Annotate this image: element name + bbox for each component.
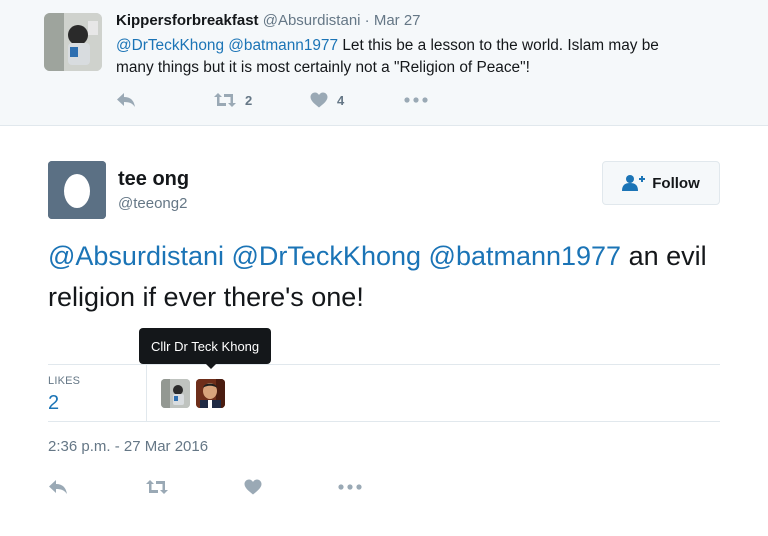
liker-avatar-image [196,379,225,408]
reply-icon [117,93,135,107]
retweet-button[interactable] [146,475,168,499]
retweet-button[interactable]: 2 [214,88,252,112]
more-icon [404,97,428,103]
tweet-timestamp[interactable]: 2:36 p.m. - 27 Mar 2016 [48,438,208,455]
user-tooltip: Cllr Dr Teck Khong [139,328,272,364]
parent-text-line1: Let this be a lesson to the world. Islam… [338,37,659,54]
retweet-count: 2 [245,92,253,108]
heart-icon [244,479,262,495]
retweet-icon [146,480,168,494]
reply-button[interactable] [48,475,68,499]
egg-icon [48,161,106,219]
parent-display-name[interactable]: Kippersforbreakfast [116,12,259,29]
liker-avatar[interactable] [196,379,225,408]
main-handle[interactable]: @teeong2 [118,195,187,212]
main-display-name[interactable]: tee ong [118,168,189,191]
liker-avatar-image [161,379,190,408]
more-button[interactable] [338,475,362,499]
main-tweet-text: @Absurdistani @DrTeckKhong @batmann1977 … [48,236,728,318]
parent-tweet-header: Kippersforbreakfast @Absurdistani · Mar … [116,12,421,29]
parent-date[interactable]: Mar 27 [374,12,421,29]
parent-avatar-image [44,13,102,71]
liker-avatar[interactable] [161,379,190,408]
parent-text-line2: many things but it is most certainly not… [116,59,530,76]
reply-icon [49,480,67,494]
more-icon [338,484,362,490]
retweet-icon [214,93,236,107]
mention-link[interactable]: @batmann1977 [429,241,622,271]
follow-label: Follow [652,174,700,192]
follow-button[interactable]: Follow [602,161,720,205]
parent-tweet[interactable]: Kippersforbreakfast @Absurdistani · Mar … [0,0,768,126]
main-avatar[interactable] [48,161,106,219]
parent-handle[interactable]: @Absurdistani [263,12,361,29]
parent-avatar[interactable] [44,13,102,71]
add-user-icon [622,175,646,191]
mention-link[interactable]: @Absurdistani [48,241,224,271]
heart-icon [310,92,328,108]
more-button[interactable] [404,88,428,112]
reply-button[interactable] [116,88,136,112]
parent-tweet-text: @DrTeckKhong @batmann1977 Let this be a … [116,35,736,79]
likes-count[interactable]: 2 [48,392,59,415]
stats-divider [146,365,147,422]
tweet-stats: LIKES 2 [48,364,720,422]
mention-link[interactable]: @DrTeckKhong [116,37,224,54]
parent-separator: · [364,12,370,29]
tooltip-arrow [205,363,217,369]
like-count: 4 [337,92,345,108]
like-button[interactable]: 4 [310,88,344,112]
mention-link[interactable]: @DrTeckKhong [232,241,422,271]
likes-label[interactable]: LIKES [48,375,80,387]
like-button[interactable] [244,475,262,499]
mention-link[interactable]: @batmann1977 [228,37,338,54]
